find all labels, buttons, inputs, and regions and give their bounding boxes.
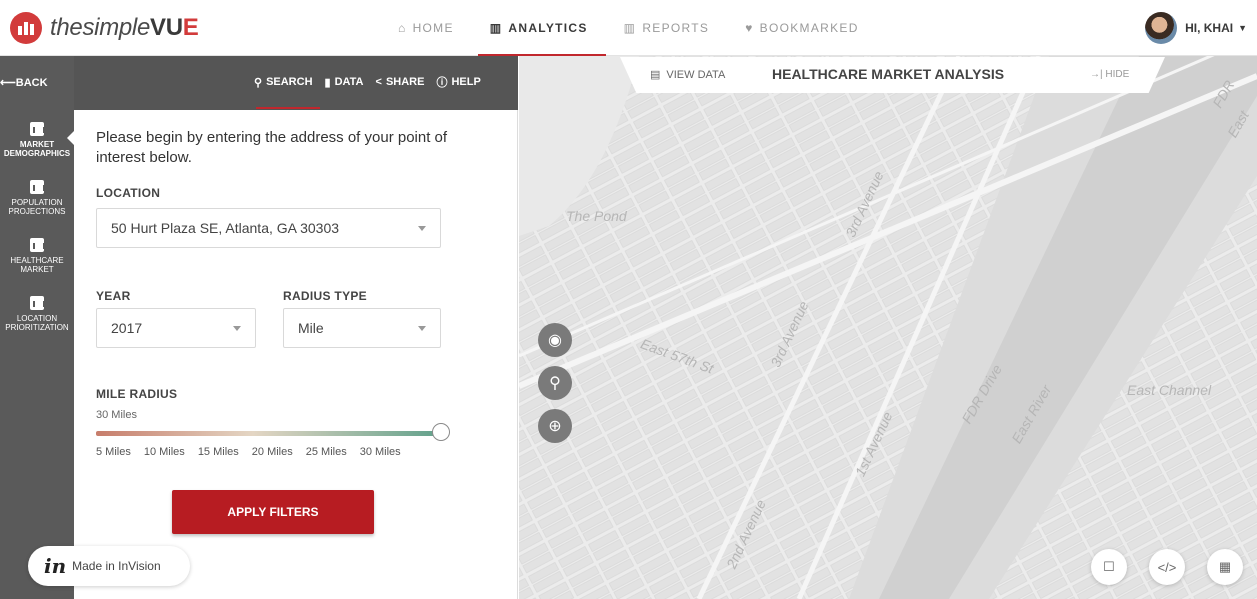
search-icon: ⚲	[549, 375, 561, 392]
chevron-down-icon: ▼	[1238, 23, 1247, 33]
top-navigation: thesimpleVUE ⌂ HOME ▥ ANALYTICS ▥ REPORT…	[0, 0, 1257, 56]
nav-analytics[interactable]: ▥ ANALYTICS	[472, 0, 606, 56]
search-tab[interactable]: ⚲ SEARCH	[254, 74, 313, 90]
apply-filters-button[interactable]: APPLY FILTERS	[172, 490, 374, 534]
eye-icon: ◉	[548, 332, 562, 349]
collapse-icon: →|	[1090, 69, 1103, 80]
invision-badge[interactable]: in Made in InVision	[28, 546, 190, 586]
radius-type-label: RADIUS TYPE	[283, 289, 367, 303]
grid-button[interactable]: ▦	[1207, 549, 1243, 585]
chart-icon	[30, 122, 45, 136]
map-label-pond: The Pond	[566, 208, 627, 224]
map-header: ▤ VIEW DATA HEALTHCARE MARKET ANALYSIS →…	[620, 57, 1165, 93]
search-icon: ⚲	[254, 76, 263, 89]
slider-ticks: 5 Miles 10 Miles 15 Miles 20 Miles 25 Mi…	[96, 446, 401, 458]
mile-radius-value: 30 Miles	[96, 409, 137, 421]
caret-down-icon	[418, 326, 426, 331]
comment-icon: ☐	[1103, 559, 1115, 574]
logo-icon	[10, 12, 42, 44]
chart-icon	[30, 180, 45, 194]
caret-down-icon	[233, 326, 241, 331]
data-tab[interactable]: ▮ DATA	[325, 74, 364, 90]
chart-icon	[30, 296, 45, 310]
share-tab[interactable]: < SHARE	[376, 74, 425, 90]
visibility-button[interactable]: ◉	[538, 323, 572, 357]
crosshair-icon: ⊕	[548, 418, 562, 435]
avatar	[1145, 12, 1178, 44]
nav-home[interactable]: ⌂ HOME	[380, 0, 472, 56]
radius-type-select[interactable]: Mile	[283, 308, 441, 348]
back-button[interactable]: ⟵BACK	[0, 76, 48, 89]
mile-radius-slider[interactable]	[96, 431, 444, 436]
invision-logo: in	[44, 554, 67, 578]
bar-chart-icon: ▮	[324, 76, 331, 89]
map-title: HEALTHCARE MARKET ANALYSIS	[772, 66, 1005, 82]
panel-actions: ⚲ SEARCH ▮ DATA < SHARE ⓘ HELP	[254, 74, 493, 90]
heart-icon: ♥	[745, 21, 754, 35]
grid-icon: ▦	[1218, 559, 1232, 574]
location-select[interactable]: 50 Hurt Plaza SE, Atlanta, GA 30303	[96, 208, 441, 248]
main-nav: ⌂ HOME ▥ ANALYTICS ▥ REPORTS ♥ BOOKMARKE…	[380, 0, 877, 56]
rail-item-population-projections[interactable]: POPULATION PROJECTIONS	[0, 178, 74, 236]
user-menu[interactable]: HI, KHAI ▼	[1145, 12, 1247, 44]
help-tab[interactable]: ⓘ HELP	[436, 74, 480, 90]
slider-handle[interactable]	[432, 423, 450, 441]
mile-radius-label: MILE RADIUS	[96, 387, 178, 401]
intro-text: Please begin by entering the address of …	[96, 129, 448, 166]
rail-item-healthcare-market[interactable]: HEALTHCARE MARKET	[0, 236, 74, 294]
document-icon: ▤	[650, 69, 661, 81]
year-label: YEAR	[96, 289, 131, 303]
section-list: MARKET DEMOGRAPHICS POPULATION PROJECTIO…	[0, 120, 75, 352]
code-button[interactable]: </>	[1149, 549, 1185, 585]
map-streets	[519, 56, 1257, 599]
chart-icon: ▥	[489, 21, 503, 35]
view-data-button[interactable]: ▤ VIEW DATA	[650, 68, 725, 82]
map-view[interactable]: The Pond East 57th St 3rd Avenue 3rd Ave…	[519, 56, 1257, 599]
rail-item-market-demographics[interactable]: MARKET DEMOGRAPHICS	[0, 120, 75, 178]
share-icon: <	[375, 76, 382, 88]
map-search-button[interactable]: ⚲	[538, 366, 572, 400]
report-icon: ▥	[623, 21, 637, 35]
info-icon: ⓘ	[436, 77, 448, 89]
arrow-left-icon: ⟵	[0, 77, 16, 89]
nav-reports[interactable]: ▥ REPORTS	[606, 0, 728, 56]
caret-down-icon	[418, 226, 426, 231]
chart-icon	[30, 238, 45, 252]
rail-item-location-prioritization[interactable]: LOCATION PRIORITIZATION	[0, 294, 74, 352]
location-label: LOCATION	[96, 186, 161, 200]
nav-bookmarked[interactable]: ♥ BOOKMARKED	[727, 0, 876, 56]
hide-button[interactable]: →| HIDE	[1090, 69, 1129, 80]
year-select[interactable]: 2017	[96, 308, 256, 348]
filter-panel: Please begin by entering the address of …	[74, 110, 518, 599]
map-label-east-channel: East Channel	[1127, 382, 1212, 398]
active-tab-indicator	[256, 107, 320, 109]
locate-button[interactable]: ⊕	[538, 409, 572, 443]
home-icon: ⌂	[398, 21, 407, 35]
app-logo[interactable]: thesimpleVUE	[10, 12, 199, 44]
comment-button[interactable]: ☐	[1091, 549, 1127, 585]
code-icon: </>	[1157, 559, 1177, 575]
brand-name: thesimpleVUE	[50, 14, 199, 41]
